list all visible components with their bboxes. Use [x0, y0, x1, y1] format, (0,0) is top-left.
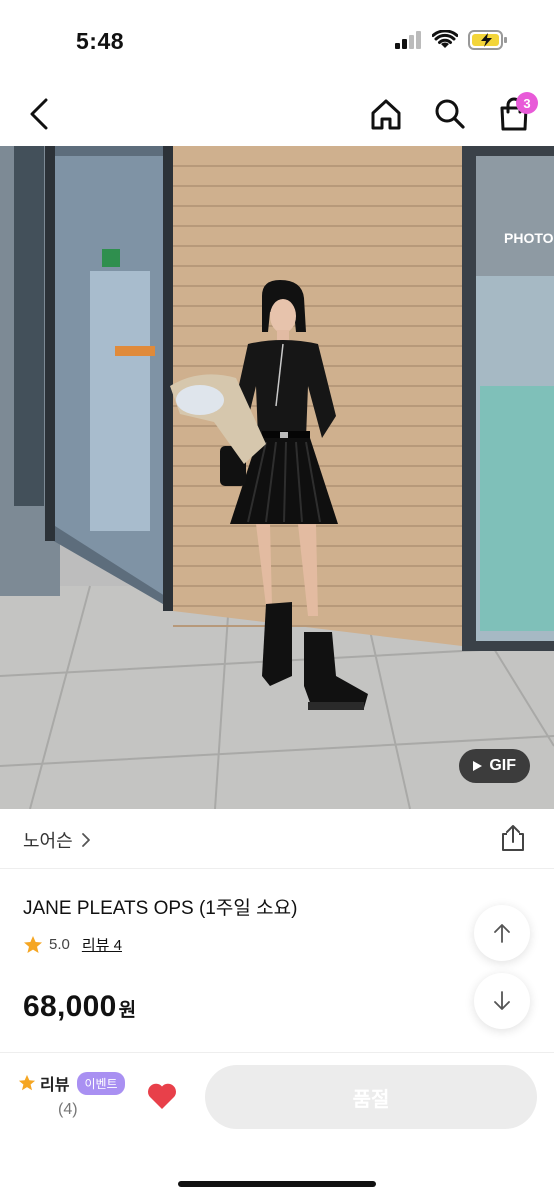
status-icons	[394, 30, 508, 50]
home-icon	[371, 99, 401, 130]
review-star-icon	[18, 1074, 36, 1091]
share-icon	[502, 825, 524, 851]
home-indicator	[178, 1181, 376, 1187]
signal-icon	[395, 31, 421, 49]
cart-button[interactable]: 3	[496, 92, 538, 134]
star-icon	[24, 935, 42, 953]
back-button[interactable]	[22, 94, 58, 134]
product-photo-image: PHOTO	[0, 146, 554, 809]
status-time: 5:48	[76, 28, 125, 54]
gif-badge[interactable]: GIF	[459, 749, 530, 783]
play-icon	[473, 761, 483, 771]
product-name: JANE PLEATS OPS (1주일 소요)	[23, 898, 298, 919]
nav-bar: 3	[0, 80, 554, 146]
search-icon	[435, 99, 465, 129]
arrow-down-icon	[494, 991, 510, 1010]
like-button[interactable]	[146, 1081, 178, 1111]
cart-count-badge: 3	[516, 92, 538, 114]
gif-label: GIF	[489, 757, 516, 774]
review-count: (4)	[58, 1101, 78, 1118]
chevron-left-icon	[30, 98, 48, 130]
rating-row: 5.0 리뷰 4	[23, 934, 122, 955]
scroll-bottom-button[interactable]	[474, 973, 530, 1029]
heart-icon	[148, 1083, 176, 1109]
brand-row: 노어슨	[0, 809, 554, 869]
review-summary-button[interactable]: 리뷰 이벤트 (4)	[18, 1071, 125, 1119]
price-value: 68,000	[23, 990, 117, 1023]
nav-actions: 3	[368, 92, 538, 134]
chevron-right-icon	[81, 833, 90, 847]
price-unit: 원	[118, 1000, 137, 1021]
search-button[interactable]	[432, 94, 468, 134]
event-badge: 이벤트	[77, 1071, 125, 1095]
home-button[interactable]	[368, 94, 404, 134]
review-label: 리뷰	[40, 1077, 70, 1094]
wifi-icon	[432, 30, 458, 48]
brand-name: 노어슨	[23, 831, 73, 851]
review-link[interactable]: 리뷰 4	[82, 934, 122, 955]
brand-link[interactable]: 노어슨	[23, 827, 91, 853]
rating-score: 5.0	[49, 936, 70, 953]
status-bar: 5:48	[0, 0, 554, 80]
store-sign-text: PHOTO	[504, 230, 554, 246]
price-row: 68,000 원	[23, 990, 136, 1024]
bottom-action-bar: 리뷰 이벤트 (4) 품절	[0, 1052, 554, 1200]
review-summary-top: 리뷰 이벤트	[18, 1071, 125, 1095]
scroll-top-button[interactable]	[474, 905, 530, 961]
share-button[interactable]	[498, 823, 528, 853]
product-photo[interactable]: PHOTO GIF	[0, 146, 554, 809]
soldout-button[interactable]: 품절	[205, 1065, 537, 1129]
arrow-up-icon	[494, 924, 510, 943]
battery-icon	[468, 30, 507, 50]
